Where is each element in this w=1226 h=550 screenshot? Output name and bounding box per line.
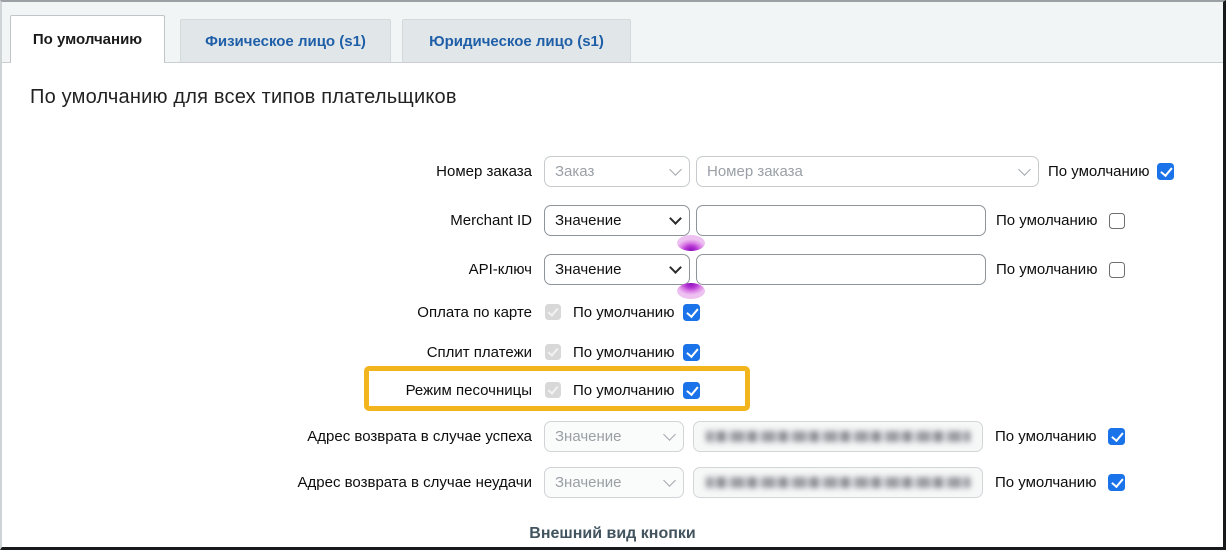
success-return-type-select: Значение [544, 421, 684, 452]
sandbox-mode-value-checkbox [545, 382, 561, 398]
redacted-value [706, 477, 970, 488]
tab-legal-entity[interactable]: Юридическое лицо (s1) [402, 19, 631, 62]
row-success-return-url: Адрес возврата в случае успеха Значение … [2, 421, 1125, 452]
default-label: По умолчанию [996, 212, 1097, 229]
tab-individual-label: Физическое лицо (s1) [205, 33, 366, 50]
success-return-type-select-value: Значение [555, 428, 622, 445]
order-source-select[interactable]: Заказ [544, 156, 690, 187]
default-label: По умолчанию [995, 474, 1096, 491]
row-sandbox-mode: Режим песочницы По умолчанию [2, 380, 700, 400]
order-number-select-value: Номер заказа [707, 163, 803, 180]
api-key-type-select-value: Значение [555, 261, 622, 278]
chevron-down-icon [669, 261, 682, 274]
field-label: API-ключ [2, 261, 532, 278]
merchant-id-type-select-value: Значение [555, 212, 622, 229]
settings-window: По умолчанию Физическое лицо (s1) Юридич… [0, 0, 1226, 550]
chevron-down-icon [669, 212, 682, 225]
row-failure-return-url: Адрес возврата в случае неудачи Значение… [2, 467, 1125, 498]
row-order-number: Номер заказа Заказ Номер заказа По умолч… [2, 156, 1174, 187]
tab-legal-entity-label: Юридическое лицо (s1) [429, 33, 604, 50]
card-payment-default-checkbox[interactable] [683, 304, 700, 321]
merchant-id-input[interactable] [696, 205, 986, 236]
row-card-payment: Оплата по карте По умолчанию [2, 302, 700, 322]
default-label: По умолчанию [573, 304, 674, 321]
default-label: По умолчанию [573, 344, 674, 361]
order-source-select-value: Заказ [555, 163, 594, 180]
field-label: Merchant ID [2, 212, 532, 229]
field-label: Оплата по карте [2, 304, 532, 321]
failure-return-type-select: Значение [544, 467, 684, 498]
failure-return-default-checkbox[interactable] [1108, 474, 1125, 491]
merchant-id-default-checkbox[interactable] [1109, 213, 1125, 229]
page-title: По умолчанию для всех типов плательщиков [30, 86, 457, 109]
field-label: Режим песочницы [2, 382, 532, 399]
card-payment-value-checkbox [545, 304, 561, 320]
api-key-type-select[interactable]: Значение [544, 254, 690, 285]
default-label: По умолчанию [573, 382, 674, 399]
tab-default-label: По умолчанию [33, 31, 142, 48]
tab-default[interactable]: По умолчанию [10, 15, 165, 63]
row-api-key: API-ключ Значение По умолчанию [2, 254, 1125, 285]
chevron-down-icon [663, 428, 676, 441]
field-label: Сплит платежи [2, 344, 532, 361]
merchant-id-type-select[interactable]: Значение [544, 205, 690, 236]
tab-individual[interactable]: Физическое лицо (s1) [180, 19, 391, 62]
annotation-marker-bottom-icon [677, 283, 705, 299]
failure-return-url-input [693, 467, 983, 498]
default-label: По умолчанию [1048, 163, 1149, 180]
order-number-select[interactable]: Номер заказа [696, 156, 1039, 187]
chevron-down-icon [1018, 163, 1031, 176]
order-number-default-checkbox[interactable] [1157, 163, 1174, 180]
sandbox-mode-default-checkbox[interactable] [683, 382, 700, 399]
redacted-value [706, 431, 970, 442]
field-label: Номер заказа [2, 163, 532, 180]
annotation-marker-top-icon [677, 235, 705, 251]
split-payments-default-checkbox[interactable] [683, 344, 700, 361]
split-payments-value-checkbox [545, 344, 561, 360]
button-appearance-heading: Внешний вид кнопки [2, 525, 1223, 543]
row-split-payments: Сплит платежи По умолчанию [2, 342, 700, 362]
success-return-url-input [693, 421, 983, 452]
success-return-default-checkbox[interactable] [1108, 428, 1125, 445]
default-label: По умолчанию [996, 261, 1097, 278]
row-merchant-id: Merchant ID Значение По умолчанию [2, 205, 1125, 236]
chevron-down-icon [669, 163, 682, 176]
chevron-down-icon [663, 474, 676, 487]
api-key-default-checkbox[interactable] [1109, 262, 1125, 278]
api-key-input[interactable] [696, 254, 986, 285]
failure-return-type-select-value: Значение [555, 474, 622, 491]
default-label: По умолчанию [995, 428, 1096, 445]
field-label: Адрес возврата в случае неудачи [2, 474, 532, 491]
field-label: Адрес возврата в случае успеха [2, 428, 532, 445]
